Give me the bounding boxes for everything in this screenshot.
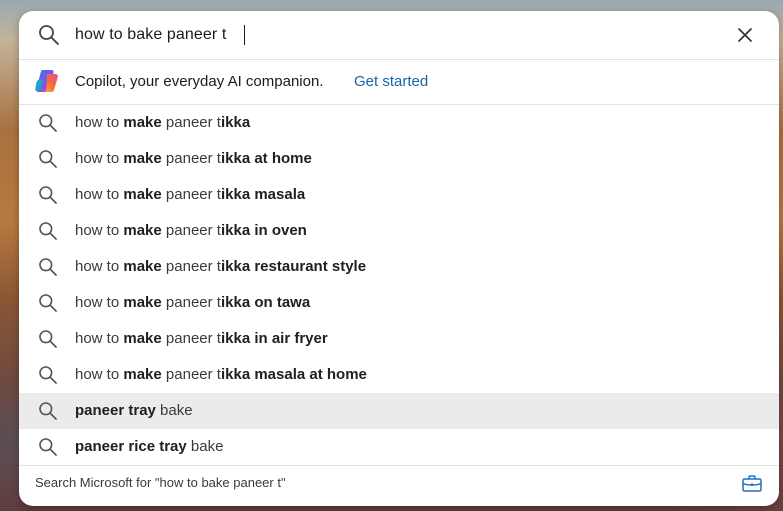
search-microsoft-link[interactable]: Search Microsoft for "how to bake paneer…	[35, 475, 286, 491]
suggestion-bold-text: ikka masala at home	[220, 366, 367, 383]
search-suggestions-panel: how to bake paneer t Copilot, your every…	[19, 11, 779, 506]
suggestion-text: how to	[75, 294, 124, 311]
suggestion-item[interactable]: paneer tray bake	[19, 393, 779, 429]
search-icon	[39, 438, 57, 456]
suggestion-text: how to	[75, 222, 124, 239]
suggestion-bold-text: ikka in oven	[220, 222, 307, 239]
suggestion-text: how to	[75, 186, 124, 203]
suggestion-item[interactable]: paneer rice tray bake	[19, 429, 779, 465]
suggestion-text: paneer t	[161, 114, 221, 131]
suggestion-bold-text: make	[123, 330, 162, 347]
suggestion-bold-text: make	[123, 294, 162, 311]
copilot-logo-icon	[35, 70, 58, 92]
suggestion-text: paneer t	[161, 330, 221, 347]
suggestion-label: how to make paneer tikka in air fryer	[75, 330, 328, 348]
suggestion-label: how to make paneer tikka masala at home	[75, 366, 367, 384]
suggestion-item[interactable]: how to make paneer tikka masala at home	[19, 357, 779, 393]
suggestion-label: how to make paneer tikka	[75, 114, 250, 132]
search-icon	[39, 402, 57, 420]
search-icon	[39, 330, 57, 348]
suggestion-label: paneer rice tray bake	[75, 438, 223, 456]
suggestion-bold-text: ikka at home	[220, 150, 312, 167]
suggestion-text: how to	[75, 258, 124, 275]
suggestion-label: how to make paneer tikka masala	[75, 186, 305, 204]
suggestion-text: paneer t	[161, 150, 221, 167]
search-icon	[39, 258, 57, 276]
search-input[interactable]: how to bake paneer t	[75, 25, 226, 45]
suggestion-item[interactable]: how to make paneer tikka in air fryer	[19, 321, 779, 357]
suggestion-bold-text: make	[123, 150, 162, 167]
suggestion-text: how to	[75, 114, 124, 131]
footer-search-microsoft[interactable]: Search Microsoft for "how to bake paneer…	[19, 465, 779, 506]
suggestion-bold-text: make	[123, 366, 162, 383]
suggestion-bold-text: make	[123, 114, 162, 131]
copilot-promo-row[interactable]: Copilot, your everyday AI companion. Get…	[19, 59, 779, 105]
suggestion-item[interactable]: how to make paneer tikka at home	[19, 141, 779, 177]
copilot-promo-text: Copilot, your everyday AI companion.	[75, 73, 324, 90]
suggestion-item[interactable]: how to make paneer tikka on tawa	[19, 285, 779, 321]
suggestion-label: how to make paneer tikka on tawa	[75, 294, 310, 312]
suggestion-text: bake	[186, 438, 224, 455]
close-icon[interactable]	[734, 24, 756, 46]
suggestion-text: bake	[155, 402, 193, 419]
suggestion-text: paneer t	[161, 222, 221, 239]
search-icon	[39, 222, 57, 240]
suggestion-bold-text: ikka in air fryer	[220, 330, 328, 347]
search-icon	[39, 366, 57, 384]
search-icon	[39, 294, 57, 312]
suggestion-bold-text: ikka restaurant style	[220, 258, 367, 275]
suggestion-bold-text: ikka on tawa	[220, 294, 311, 311]
text-caret	[244, 25, 245, 45]
suggestion-item[interactable]: how to make paneer tikka in oven	[19, 213, 779, 249]
suggestion-bold-text: ikka masala	[220, 186, 306, 203]
briefcase-icon[interactable]	[741, 474, 763, 494]
suggestion-text: how to	[75, 150, 124, 167]
suggestion-text: paneer t	[161, 258, 221, 275]
suggestion-label: how to make paneer tikka at home	[75, 150, 312, 168]
suggestion-bold-text: paneer tray	[75, 402, 156, 419]
suggestion-text: how to	[75, 366, 124, 383]
suggestion-text: how to	[75, 330, 124, 347]
suggestion-label: paneer tray bake	[75, 402, 193, 420]
suggestion-bold-text: paneer rice tray	[75, 438, 187, 455]
suggestion-text: paneer t	[161, 294, 221, 311]
suggestion-item[interactable]: how to make paneer tikka	[19, 105, 779, 141]
suggestion-bold-text: ikka	[220, 114, 251, 131]
suggestion-text: paneer t	[161, 366, 221, 383]
suggestion-label: how to make paneer tikka restaurant styl…	[75, 258, 366, 276]
suggestion-bold-text: make	[123, 258, 162, 275]
suggestion-list: how to make paneer tikka how to make pane…	[19, 105, 779, 465]
suggestion-bold-text: make	[123, 186, 162, 203]
search-icon	[39, 150, 57, 168]
suggestion-item[interactable]: how to make paneer tikka restaurant styl…	[19, 249, 779, 285]
suggestion-item[interactable]: how to make paneer tikka masala	[19, 177, 779, 213]
suggestion-bold-text: make	[123, 222, 162, 239]
get-started-link[interactable]: Get started	[354, 73, 428, 91]
search-bar[interactable]: how to bake paneer t	[19, 11, 779, 60]
suggestion-label: how to make paneer tikka in oven	[75, 222, 307, 240]
search-icon	[39, 25, 59, 45]
search-icon	[39, 186, 57, 204]
search-icon	[39, 114, 57, 132]
suggestion-text: paneer t	[161, 186, 221, 203]
